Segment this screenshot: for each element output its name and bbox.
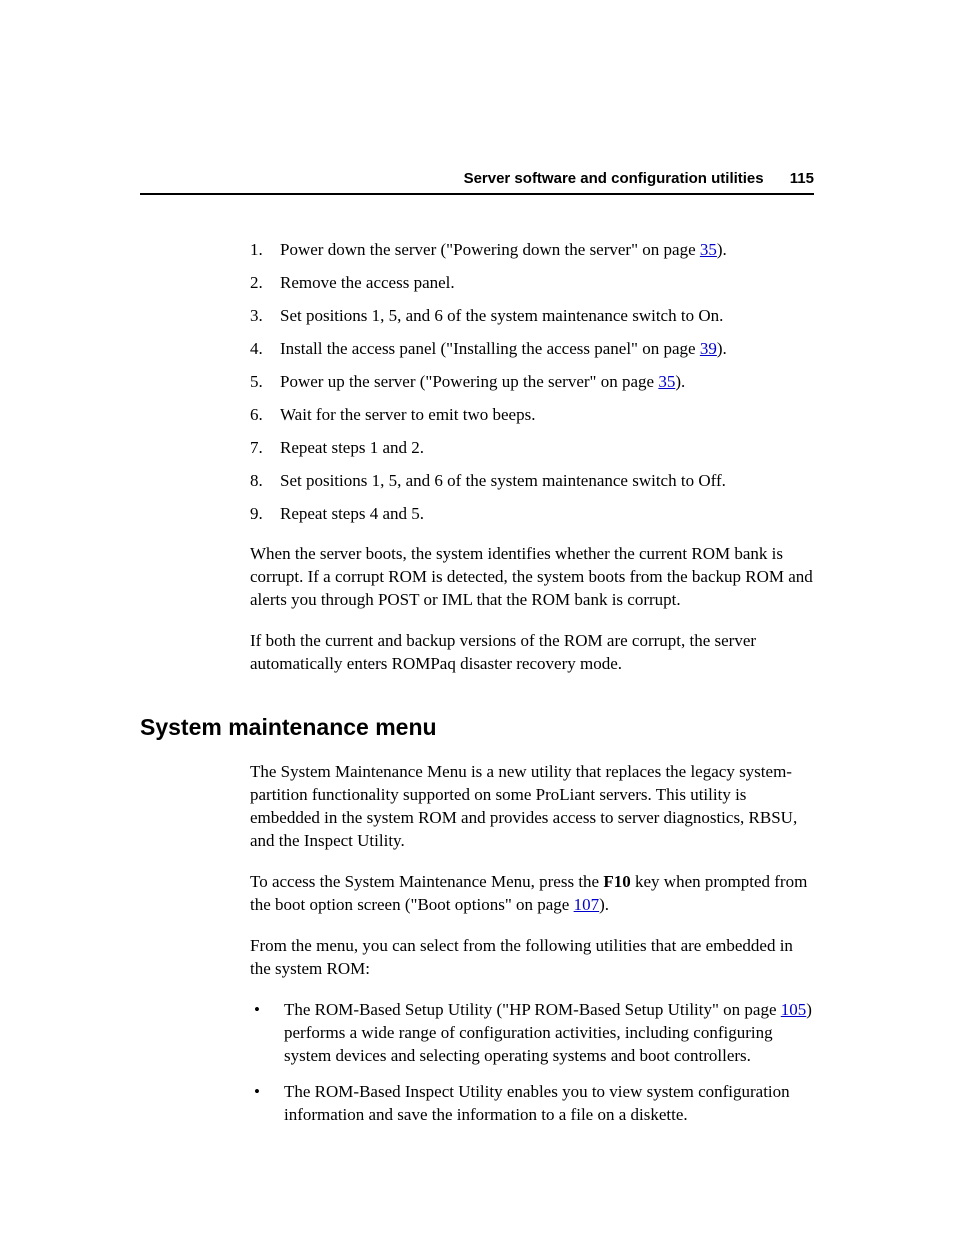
step-text: Power up the server ("Powering up the se… bbox=[280, 371, 814, 394]
page-link[interactable]: 35 bbox=[658, 372, 675, 391]
bullet-list: • The ROM-Based Setup Utility ("HP ROM-B… bbox=[250, 999, 814, 1128]
step-number: 1. bbox=[250, 239, 280, 262]
paragraph: When the server boots, the system identi… bbox=[250, 543, 814, 612]
bullet-text: The ROM-Based Inspect Utility enables yo… bbox=[284, 1081, 814, 1127]
bullet-icon: • bbox=[250, 999, 284, 1068]
bullet-icon: • bbox=[250, 1081, 284, 1127]
page-link[interactable]: 105 bbox=[781, 1000, 807, 1019]
list-item: 9. Repeat steps 4 and 5. bbox=[250, 503, 814, 526]
step-text: Set positions 1, 5, and 6 of the system … bbox=[280, 470, 814, 493]
list-item: 7. Repeat steps 1 and 2. bbox=[250, 437, 814, 460]
paragraph: If both the current and backup versions … bbox=[250, 630, 814, 676]
header-page-number: 115 bbox=[790, 170, 814, 187]
ordered-steps: 1. Power down the server ("Powering down… bbox=[250, 239, 814, 525]
paragraph: From the menu, you can select from the f… bbox=[250, 935, 814, 981]
step-text: Repeat steps 1 and 2. bbox=[280, 437, 814, 460]
step-number: 5. bbox=[250, 371, 280, 394]
step-text: Remove the access panel. bbox=[280, 272, 814, 295]
step-text: Repeat steps 4 and 5. bbox=[280, 503, 814, 526]
list-item: 1. Power down the server ("Powering down… bbox=[250, 239, 814, 262]
section-heading: System maintenance menu bbox=[140, 714, 814, 741]
step-text: Set positions 1, 5, and 6 of the system … bbox=[280, 305, 814, 328]
page-link[interactable]: 107 bbox=[574, 895, 600, 914]
list-item: 5. Power up the server ("Powering up the… bbox=[250, 371, 814, 394]
step-number: 7. bbox=[250, 437, 280, 460]
paragraph: To access the System Maintenance Menu, p… bbox=[250, 871, 814, 917]
page-link[interactable]: 39 bbox=[700, 339, 717, 358]
list-item: 8. Set positions 1, 5, and 6 of the syst… bbox=[250, 470, 814, 493]
list-item: • The ROM-Based Setup Utility ("HP ROM-B… bbox=[250, 999, 814, 1068]
list-item: 3. Set positions 1, 5, and 6 of the syst… bbox=[250, 305, 814, 328]
bullet-text: The ROM-Based Setup Utility ("HP ROM-Bas… bbox=[284, 999, 814, 1068]
step-number: 6. bbox=[250, 404, 280, 427]
header-title: Server software and configuration utilit… bbox=[464, 170, 764, 187]
step-number: 8. bbox=[250, 470, 280, 493]
step-number: 3. bbox=[250, 305, 280, 328]
page-link[interactable]: 35 bbox=[700, 240, 717, 259]
step-text: Power down the server ("Powering down th… bbox=[280, 239, 814, 262]
list-item: 6. Wait for the server to emit two beeps… bbox=[250, 404, 814, 427]
step-number: 4. bbox=[250, 338, 280, 361]
step-number: 9. bbox=[250, 503, 280, 526]
key-name: F10 bbox=[603, 872, 630, 891]
paragraph: The System Maintenance Menu is a new uti… bbox=[250, 761, 814, 853]
list-item: 4. Install the access panel ("Installing… bbox=[250, 338, 814, 361]
step-text: Install the access panel ("Installing th… bbox=[280, 338, 814, 361]
list-item: • The ROM-Based Inspect Utility enables … bbox=[250, 1081, 814, 1127]
list-item: 2. Remove the access panel. bbox=[250, 272, 814, 295]
page-header: Server software and configuration utilit… bbox=[140, 170, 814, 195]
step-text: Wait for the server to emit two beeps. bbox=[280, 404, 814, 427]
step-number: 2. bbox=[250, 272, 280, 295]
